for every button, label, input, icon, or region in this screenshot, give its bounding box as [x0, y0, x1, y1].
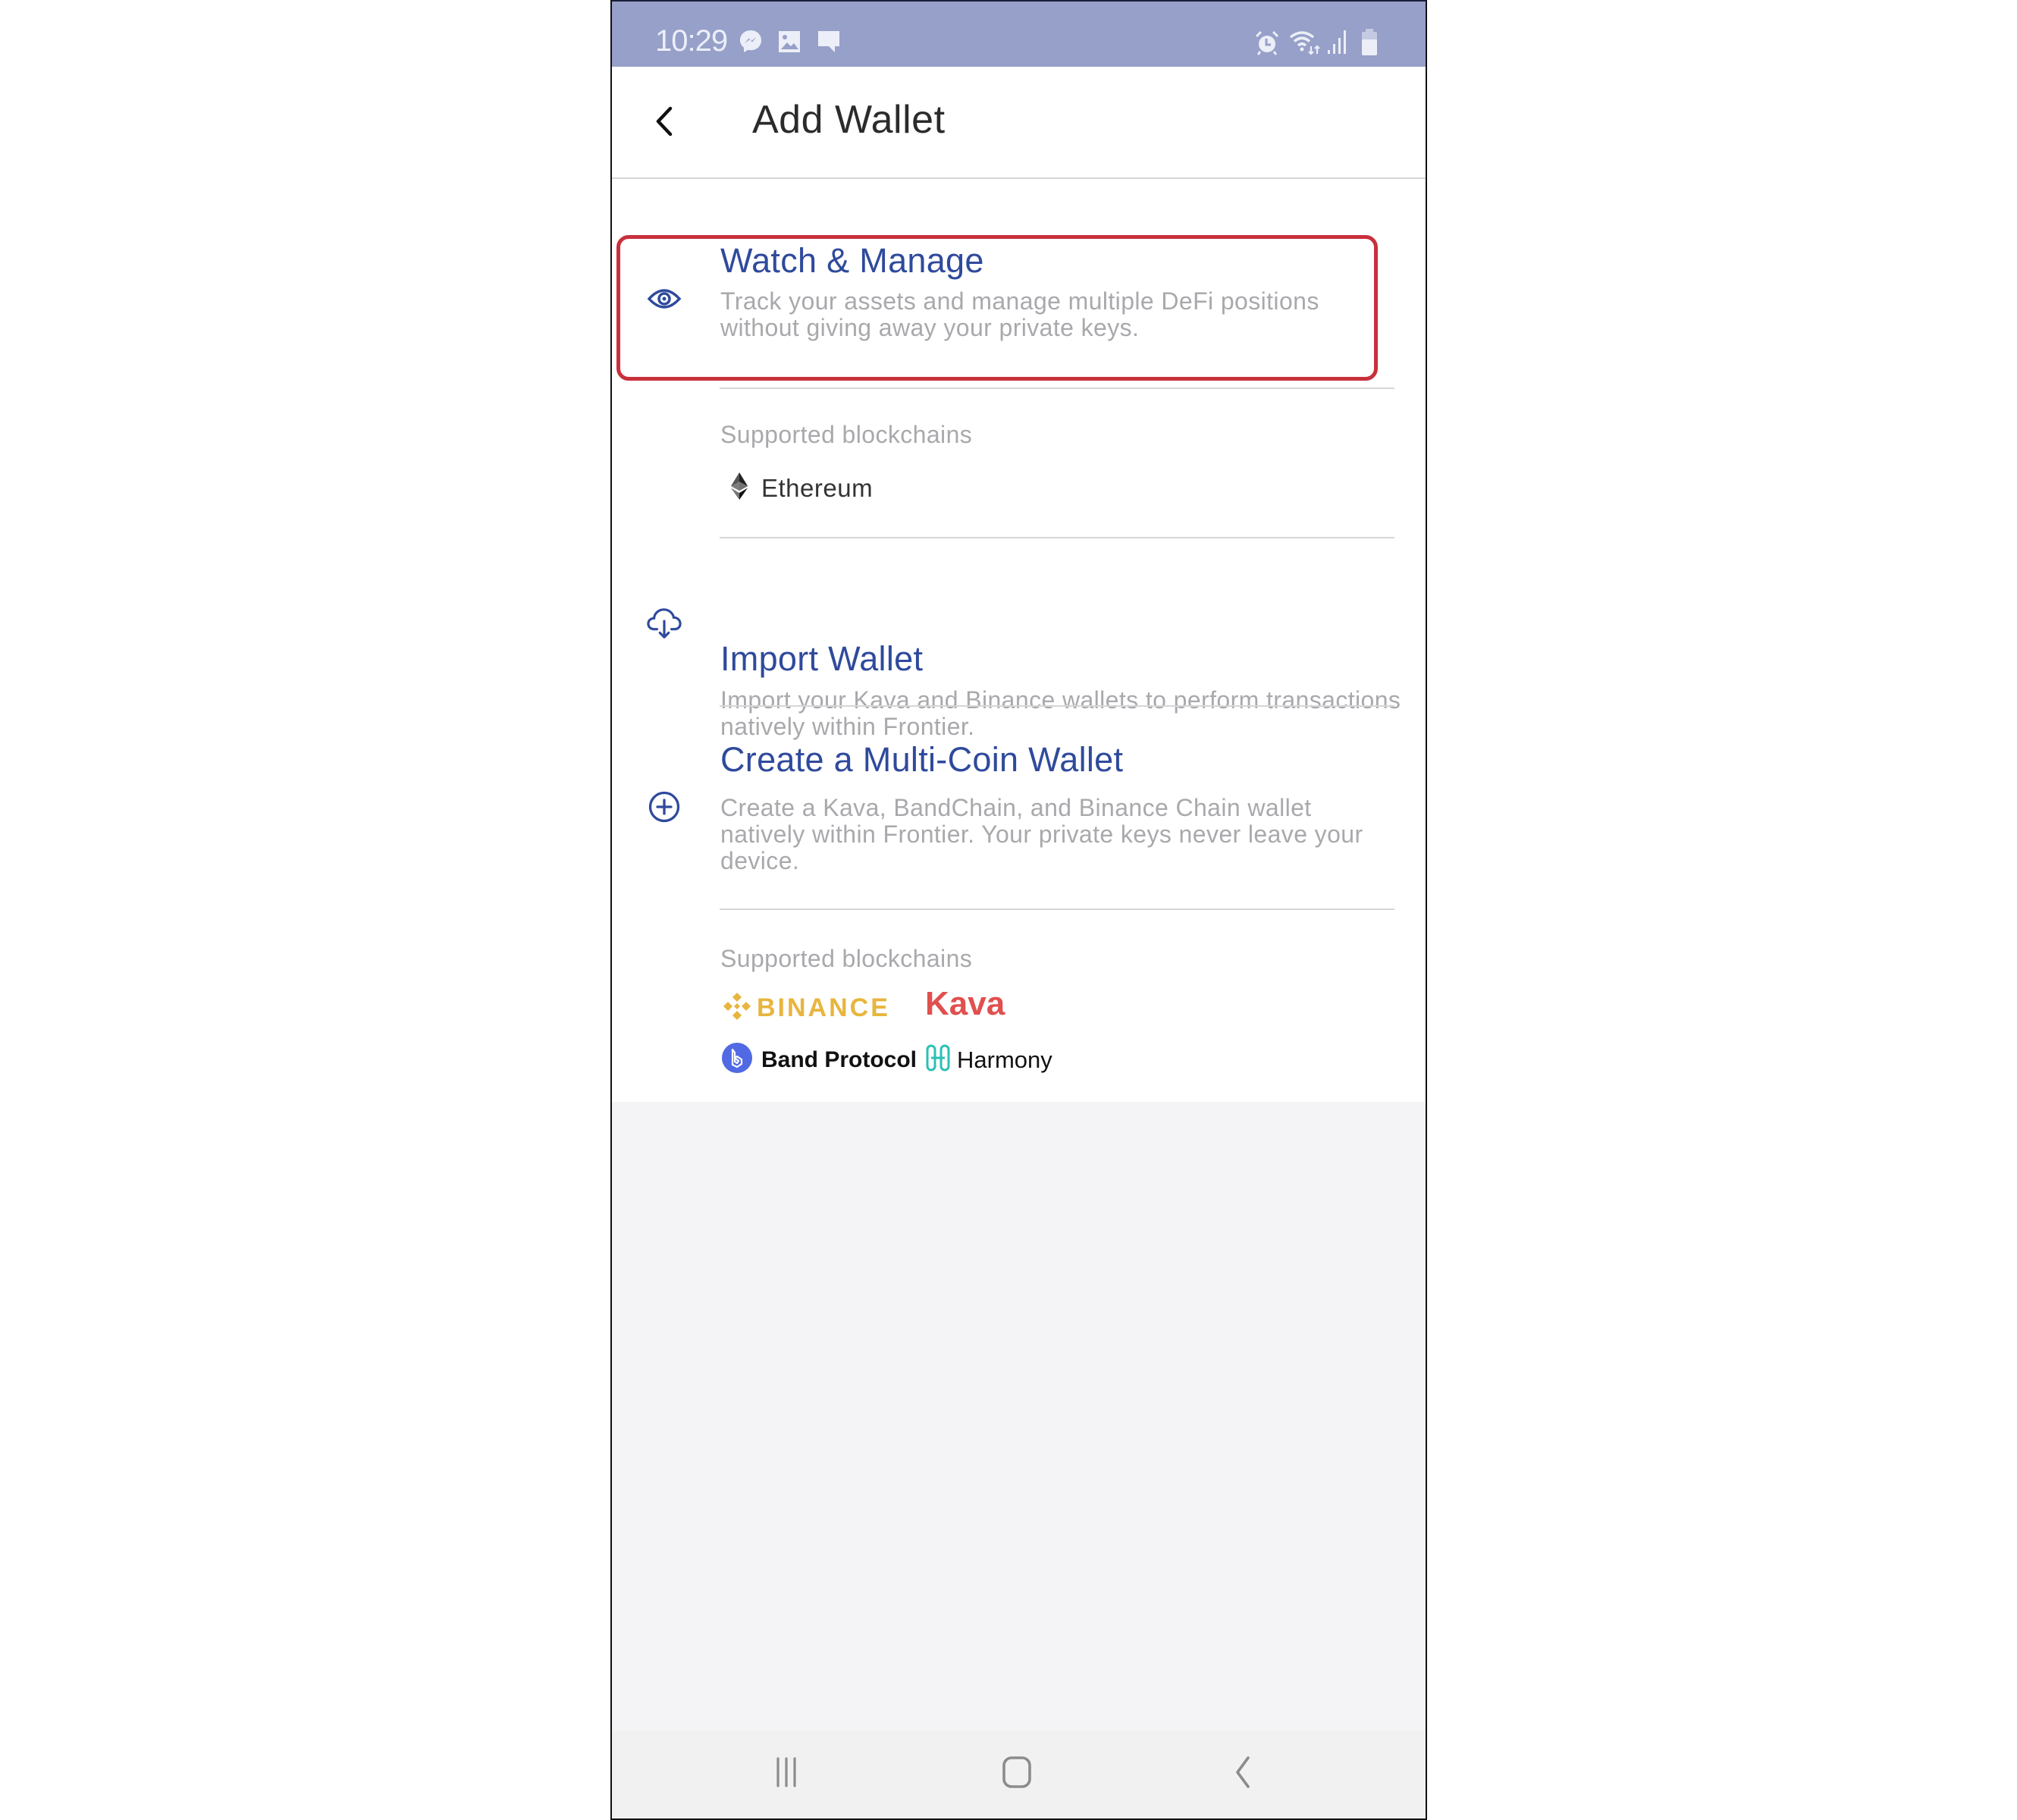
harmony-icon — [925, 1043, 952, 1077]
kava-logo: Kava — [925, 985, 1005, 1022]
create-multi-coin-title: Create a Multi-Coin Wallet — [720, 740, 1124, 779]
chain-band-protocol: Band Protocol — [722, 1043, 917, 1077]
back-button[interactable] — [645, 100, 683, 146]
cloud-download-icon — [647, 606, 682, 641]
divider — [720, 705, 1394, 707]
status-time: 10:29 — [655, 24, 728, 58]
system-back-button[interactable] — [1212, 1747, 1273, 1800]
watch-manage-option[interactable]: Watch & Manage Track your assets and man… — [612, 235, 1426, 379]
binance-icon — [722, 991, 752, 1025]
binance-label: BINANCE — [757, 993, 890, 1022]
divider — [720, 537, 1394, 538]
band-protocol-label: Band Protocol — [761, 1046, 918, 1072]
watch-manage-description: Track your assets and manage multiple De… — [720, 287, 1319, 341]
eye-icon — [647, 281, 682, 316]
chevron-left-icon — [654, 106, 674, 140]
gallery-icon — [778, 30, 801, 57]
chain-kava: Kava — [925, 985, 1005, 1023]
divider — [720, 388, 1394, 389]
plus-circle-icon — [647, 789, 682, 824]
ethereum-icon — [731, 472, 748, 504]
recent-apps-button[interactable] — [756, 1747, 817, 1800]
alarm-icon — [1254, 30, 1280, 60]
messenger-icon — [739, 29, 763, 58]
band-protocol-icon — [722, 1043, 752, 1077]
add-wallet-content: Add Wallet Watch & Manage Track your ass… — [612, 67, 1426, 1102]
watch-manage-title: Watch & Manage — [720, 241, 984, 280]
home-icon — [1001, 1755, 1033, 1793]
import-wallet-option[interactable]: Import Wallet Import your Kava and Binan… — [612, 540, 1426, 740]
back-icon — [1231, 1755, 1254, 1793]
app-header: Add Wallet — [612, 67, 1426, 179]
phone-screen: 10:29 Add Wallet Watch & Manage Track yo… — [610, 0, 1427, 1820]
status-bar: 10:29 — [612, 0, 1426, 67]
divider — [720, 908, 1394, 910]
create-multi-coin-option[interactable]: Create a Multi-Coin Wallet Create a Kava… — [612, 708, 1426, 908]
ethereum-label: Ethereum — [761, 473, 874, 502]
signal-icon — [1327, 29, 1350, 58]
harmony-label: Harmony — [957, 1046, 1052, 1073]
chain-binance: BINANCE — [722, 991, 890, 1025]
recent-apps-icon — [771, 1756, 801, 1793]
message-icon — [817, 30, 841, 58]
battery-icon — [1360, 29, 1379, 60]
create-supported-label: Supported blockchains — [720, 945, 973, 972]
system-nav-bar — [612, 1731, 1426, 1818]
import-wallet-title: Import Wallet — [720, 639, 924, 678]
wifi-icon — [1288, 30, 1322, 59]
page-title: Add Wallet — [752, 98, 946, 142]
watch-supported-label: Supported blockchains — [720, 421, 973, 448]
chain-ethereum: Ethereum — [731, 472, 873, 504]
create-multi-coin-description: Create a Kava, BandChain, and Binance Ch… — [720, 794, 1363, 874]
chain-harmony: Harmony — [925, 1043, 1052, 1077]
home-button[interactable] — [987, 1747, 1047, 1800]
